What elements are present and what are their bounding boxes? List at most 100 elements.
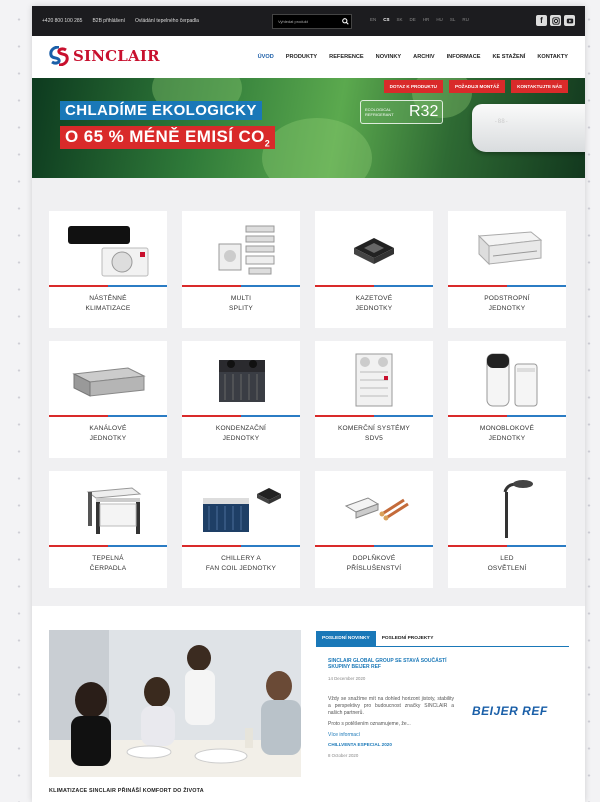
category-label: MONOBLOKOVÉ JEDNOTKY [479,425,535,442]
family-photo[interactable] [49,630,301,777]
news-title[interactable]: SINCLAIR GLOBAL GROUP SE STAVÁ SOUČÁSTÍ … [328,658,454,670]
youtube-icon[interactable] [564,15,575,26]
lang-hu[interactable]: HU [436,17,443,22]
lang-en[interactable]: EN [370,17,376,22]
card-divider [182,415,300,417]
card-divider [315,415,433,417]
card-divider [182,285,300,287]
category-card-monoblock[interactable]: MONOBLOKOVÉ JEDNOTKY [448,341,566,458]
main-navigation: SINCLAIR ÚVOD PRODUKTY REFERENCE NOVINKY… [32,36,585,79]
led-street-light-image [448,471,566,545]
category-label: DOPLŇKOVÉ PŘÍSLUŠENSTVÍ [346,555,402,572]
category-card-chiller[interactable]: CHILLERY A FAN COIL JEDNOTKY [182,471,300,588]
category-card-led[interactable]: LED OSVĚTLENÍ [448,471,566,588]
category-label: PODSTROPNÍ JEDNOTKY [484,295,530,312]
sinclair-logo[interactable]: SINCLAIR [48,46,160,66]
nav-menu: ÚVOD PRODUKTY REFERENCE NOVINKY ARCHIV I… [258,54,568,60]
language-switcher: EN CS SK DE HR HU SL RU [370,17,469,22]
category-card-duct[interactable]: KANÁLOVÉ JEDNOTKY [49,341,167,458]
lang-de[interactable]: DE [410,17,416,22]
hero-headline-1: CHLADÍME EKOLOGICKY [60,101,262,120]
nav-item-archiv[interactable]: ARCHIV [413,54,434,60]
news-date-2: 8 October 2020 [328,753,359,758]
lang-ru[interactable]: RU [462,17,469,22]
news-excerpt-2: Proto s potěšením oznamujeme, že... [328,721,411,727]
card-divider [182,545,300,547]
top-bar: +420 800 100 285 B2B přihlášení Ovládání… [32,6,585,36]
beijer-ref-logo: BEIJER REF [472,704,548,718]
category-card-sdv5[interactable]: KOMERČNÍ SYSTÉMY SDV5 [315,341,433,458]
background-pattern-left [0,0,30,802]
category-label: KANÁLOVÉ JEDNOTKY [89,425,127,442]
phone-link[interactable]: +420 800 100 285 [42,18,82,24]
nav-item-reference[interactable]: REFERENCE [329,54,364,60]
category-card-ceiling[interactable]: PODSTROPNÍ JEDNOTKY [448,211,566,328]
cassette-unit-image [315,211,433,285]
category-card-wall-ac[interactable]: NÁSTĚNNÉ KLIMATIZACE [49,211,167,328]
lang-sl[interactable]: SL [450,17,456,22]
nav-item-produkty[interactable]: PRODUKTY [286,54,317,60]
hero-banner[interactable]: DOTAZ K PRODUKTU POŽADUJI MONTÁŽ KONTAKT… [32,78,585,178]
category-label: KOMERČNÍ SYSTÉMY SDV5 [337,425,411,442]
tabs-underline [316,646,569,647]
product-inquiry-button[interactable]: DOTAZ K PRODUKTU [383,80,443,93]
heatpump-control-link[interactable]: Ovládání tepelného čerpadla [135,18,199,24]
hero-cta-group: DOTAZ K PRODUKTU POŽADUJI MONTÁŽ KONTAKT… [383,80,568,93]
lang-hr[interactable]: HR [423,17,430,22]
duct-unit-image [49,341,167,415]
news-title-2[interactable]: CHILLVENTA ESPECIAL 2020 [328,742,568,747]
leaf-decoration [262,118,372,178]
lang-sk[interactable]: SK [397,17,403,22]
search-input[interactable]: Vyhledat produkt [273,19,339,24]
product-categories-section: NÁSTĚNNÉ KLIMATIZACE MULTI SPLITY KAZETOVÉ… [32,178,585,606]
social-links: f [536,15,575,26]
read-more-link[interactable]: Více informací [328,732,568,738]
category-label: CHILLERY A FAN COIL JEDNOTKY [205,555,277,572]
sinclair-logo-icon [49,46,69,66]
r32-badge: ECOLOGICAL REFRIGERANT R32 [360,100,444,124]
hero-headline-2: O 65 % MÉNĚ EMISÍ CO2 [60,126,276,150]
nav-item-kontakty[interactable]: KONTAKTY [537,54,568,60]
brand-name: SINCLAIR [73,47,160,65]
feature-caption[interactable]: KLIMATIZACE SINCLAIR PŘINÁŠÍ KOMFORT DO … [49,788,204,794]
nav-item-novinky[interactable]: NOVINKY [376,54,402,60]
instagram-icon[interactable] [550,15,561,26]
category-card-heat-pump[interactable]: TEPELNÁ ČERPADLA [49,471,167,588]
ac-display: -88- [494,118,509,125]
website-page: +420 800 100 285 B2B přihlášení Ovládání… [32,6,585,802]
category-card-cassette[interactable]: KAZETOVÉ JEDNOTKY [315,211,433,328]
lang-cs[interactable]: CS [383,17,389,22]
r32-badge-caption: ECOLOGICAL REFRIGERANT [365,107,394,117]
category-label: KONDENZAČNÍ JEDNOTKY [215,425,267,442]
category-card-condensing[interactable]: KONDENZAČNÍ JEDNOTKY [182,341,300,458]
search-icon[interactable] [339,16,351,28]
card-divider [448,415,566,417]
monoblock-unit-image [448,341,566,415]
search-box[interactable]: Vyhledat produkt [272,14,352,29]
news-section: KLIMATIZACE SINCLAIR PŘINÁŠÍ KOMFORT DO … [32,606,585,802]
nav-item-uvod[interactable]: ÚVOD [258,54,274,60]
news-tabs: POSLEDNÍ NOVINKY POSLEDNÍ PROJEKTY [316,631,439,646]
nav-item-ke-stazeni[interactable]: KE STAŽENÍ [492,54,525,60]
category-card-multi-split[interactable]: MULTI SPLITY [182,211,300,328]
news-excerpt: Vždy se snažíme mít na dohled horizont j… [328,696,454,716]
accessories-image [315,471,433,545]
tab-latest-projects[interactable]: POSLEDNÍ PROJEKTY [376,631,440,646]
category-label: MULTI SPLITY [229,295,253,312]
chiller-fancoil-image [182,471,300,545]
card-divider [315,285,433,287]
condensing-unit-image [182,341,300,415]
card-divider [448,285,566,287]
card-divider [49,415,167,417]
tab-latest-news[interactable]: POSLEDNÍ NOVINKY [316,631,376,646]
facebook-icon[interactable]: f [536,15,547,26]
b2b-login-link[interactable]: B2B přihlášení [92,18,125,24]
card-divider [448,545,566,547]
request-installation-button[interactable]: POŽADUJI MONTÁŽ [449,80,506,93]
category-label: NÁSTĚNNÉ KLIMATIZACE [85,295,131,312]
category-card-accessories[interactable]: DOPLŇKOVÉ PŘÍSLUŠENSTVÍ [315,471,433,588]
wall-ac-image [49,211,167,285]
sdv5-unit-image [315,341,433,415]
contact-us-button[interactable]: KONTAKTUJTE NÁS [511,80,568,93]
nav-item-informace[interactable]: INFORMACE [447,54,481,60]
